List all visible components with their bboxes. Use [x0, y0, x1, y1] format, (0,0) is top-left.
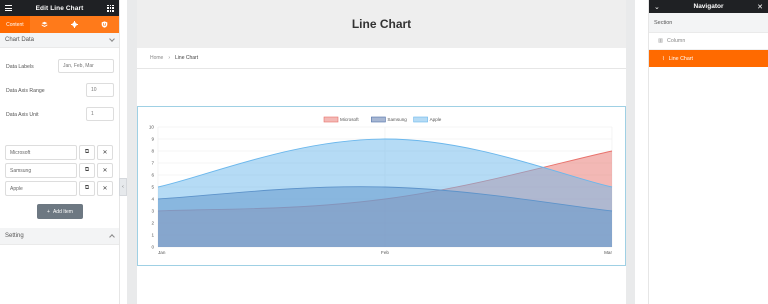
- breadcrumb-home[interactable]: Home: [150, 55, 163, 61]
- legend-label: Samsung: [387, 117, 407, 122]
- legend-label: Apple: [430, 117, 442, 122]
- remove-button[interactable]: ✕: [97, 145, 113, 160]
- page-title: Line Chart: [351, 17, 412, 31]
- page-preview: Line Chart Home › Line Chart 0 1 2 3 4 5 6 7 8 9 1…: [137, 0, 626, 304]
- chevron-down-icon[interactable]: ⌄: [654, 3, 660, 11]
- legend-swatch: [323, 116, 339, 123]
- field-axis-unit: Data Axis Unit: [6, 112, 39, 118]
- breadcrumb-current: Line Chart: [175, 55, 199, 61]
- section-setting-label: Setting: [5, 233, 24, 239]
- section-chart-data-label: Chart Data: [5, 37, 35, 43]
- chevron-left-icon: ‹: [122, 184, 124, 190]
- plus-icon: +: [47, 208, 50, 215]
- tab-badge[interactable]: [89, 16, 119, 33]
- line-chart-widget[interactable]: 0 1 2 3 4 5 6 7 8 9 10 Jan Feb Mar Microsoft Samsung App…: [137, 106, 626, 266]
- menu-icon[interactable]: [5, 5, 12, 11]
- edit-panel-title: Edit Line Chart: [35, 4, 84, 12]
- edit-panel: Edit Line Chart Content Chart Data Data …: [0, 0, 120, 304]
- duplicate-button[interactable]: ⧉: [79, 181, 95, 196]
- navigator-title: Navigator: [693, 3, 724, 10]
- y-tick-label: 9: [151, 137, 154, 142]
- legend-label: Microsoft: [340, 117, 359, 122]
- edit-panel-tabs: Content: [0, 16, 119, 33]
- copy-icon: ⧉: [84, 149, 90, 155]
- duplicate-button[interactable]: ⧉: [79, 145, 95, 160]
- tab-content[interactable]: Content: [0, 16, 30, 33]
- column-icon: ▥: [658, 38, 664, 44]
- y-tick-label: 2: [151, 221, 154, 226]
- widgets-grid-icon[interactable]: [106, 4, 114, 12]
- tab-advanced[interactable]: [60, 16, 90, 33]
- field-label: Data Axis Range: [6, 88, 45, 94]
- close-icon: ✕: [102, 168, 108, 174]
- x-tick-label: Mar: [604, 250, 612, 255]
- data-labels-input[interactable]: Jan, Feb, Mar: [58, 59, 114, 73]
- field-data-labels: Data Labels: [6, 64, 34, 70]
- editor-canvas: Line Chart Home › Line Chart 0 1 2 3 4 5 6 7 8 9 1…: [127, 0, 635, 304]
- navigator-header: ⌄ Navigator ✕: [649, 0, 768, 13]
- chevron-down-icon: [109, 36, 115, 42]
- divider: [137, 68, 626, 69]
- y-tick-label: 0: [151, 245, 154, 250]
- list-item: Apple ⧉ ✕: [5, 181, 113, 196]
- edit-panel-header: Edit Line Chart: [0, 0, 119, 16]
- axis-unit-input[interactable]: 1: [86, 107, 114, 121]
- add-item-label: Add Item: [52, 208, 73, 215]
- add-item-button[interactable]: + Add Item: [37, 204, 83, 219]
- chevron-right-icon: ›: [168, 55, 171, 61]
- close-icon: ✕: [102, 150, 108, 156]
- close-icon: ✕: [102, 186, 108, 192]
- duplicate-button[interactable]: ⧉: [79, 163, 95, 178]
- y-tick-label: 5: [151, 185, 154, 190]
- navigator-panel: ⌄ Navigator ✕ Section ▥ Column ⌇ Line Ch…: [648, 0, 768, 304]
- y-tick-label: 8: [151, 149, 154, 154]
- panel-collapse-handle[interactable]: ‹: [119, 178, 127, 196]
- nav-item-line-chart[interactable]: ⌇ Line Chart: [649, 50, 768, 67]
- shield-icon: [101, 21, 107, 28]
- legend-swatch: [371, 116, 386, 123]
- nav-line-chart-label: Line Chart: [668, 55, 694, 62]
- nav-section-label: Section: [654, 19, 673, 26]
- section-setting[interactable]: Setting: [0, 228, 119, 245]
- gear-icon: [70, 21, 78, 28]
- line-chart: 0 1 2 3 4 5 6 7 8 9 10 Jan Feb Mar Microsoft Samsung App…: [149, 116, 612, 255]
- x-tick-label: Feb: [381, 250, 389, 255]
- item-label[interactable]: Samsung: [5, 163, 77, 178]
- field-label: Data Labels: [6, 64, 34, 70]
- y-tick-label: 10: [149, 125, 155, 130]
- page-header: Line Chart: [137, 0, 626, 48]
- section-chart-data[interactable]: Chart Data: [0, 33, 119, 48]
- nav-column-label: Column: [667, 38, 686, 44]
- close-icon[interactable]: ✕: [757, 3, 763, 11]
- remove-button[interactable]: ✕: [97, 181, 113, 196]
- axis-range-input[interactable]: 10: [86, 83, 114, 97]
- nav-item-column[interactable]: ▥ Column: [649, 33, 768, 50]
- series-area: [158, 139, 612, 247]
- style-icon: [41, 21, 48, 27]
- y-tick-label: 6: [151, 173, 154, 178]
- legend-swatch: [413, 116, 428, 123]
- chart-icon: ⌇: [662, 55, 665, 62]
- list-item: Samsung ⧉ ✕: [5, 163, 113, 178]
- y-tick-label: 1: [151, 233, 154, 238]
- remove-button[interactable]: ✕: [97, 163, 113, 178]
- item-label[interactable]: Apple: [5, 181, 77, 196]
- copy-icon: ⧉: [84, 167, 90, 173]
- x-tick-label: Jan: [158, 250, 166, 255]
- field-label: Data Axis Unit: [6, 112, 39, 118]
- item-label[interactable]: Microsoft: [5, 145, 77, 160]
- chevron-up-icon: [109, 234, 115, 240]
- nav-item-section[interactable]: Section: [649, 13, 768, 33]
- y-tick-label: 3: [151, 209, 154, 214]
- field-axis-range: Data Axis Range: [6, 88, 45, 94]
- breadcrumb: Home › Line Chart: [150, 55, 198, 61]
- tab-style[interactable]: [30, 16, 60, 33]
- y-tick-label: 4: [151, 197, 154, 202]
- list-item: Microsoft ⧉ ✕: [5, 145, 113, 160]
- copy-icon: ⧉: [84, 185, 90, 191]
- y-tick-label: 7: [151, 161, 154, 166]
